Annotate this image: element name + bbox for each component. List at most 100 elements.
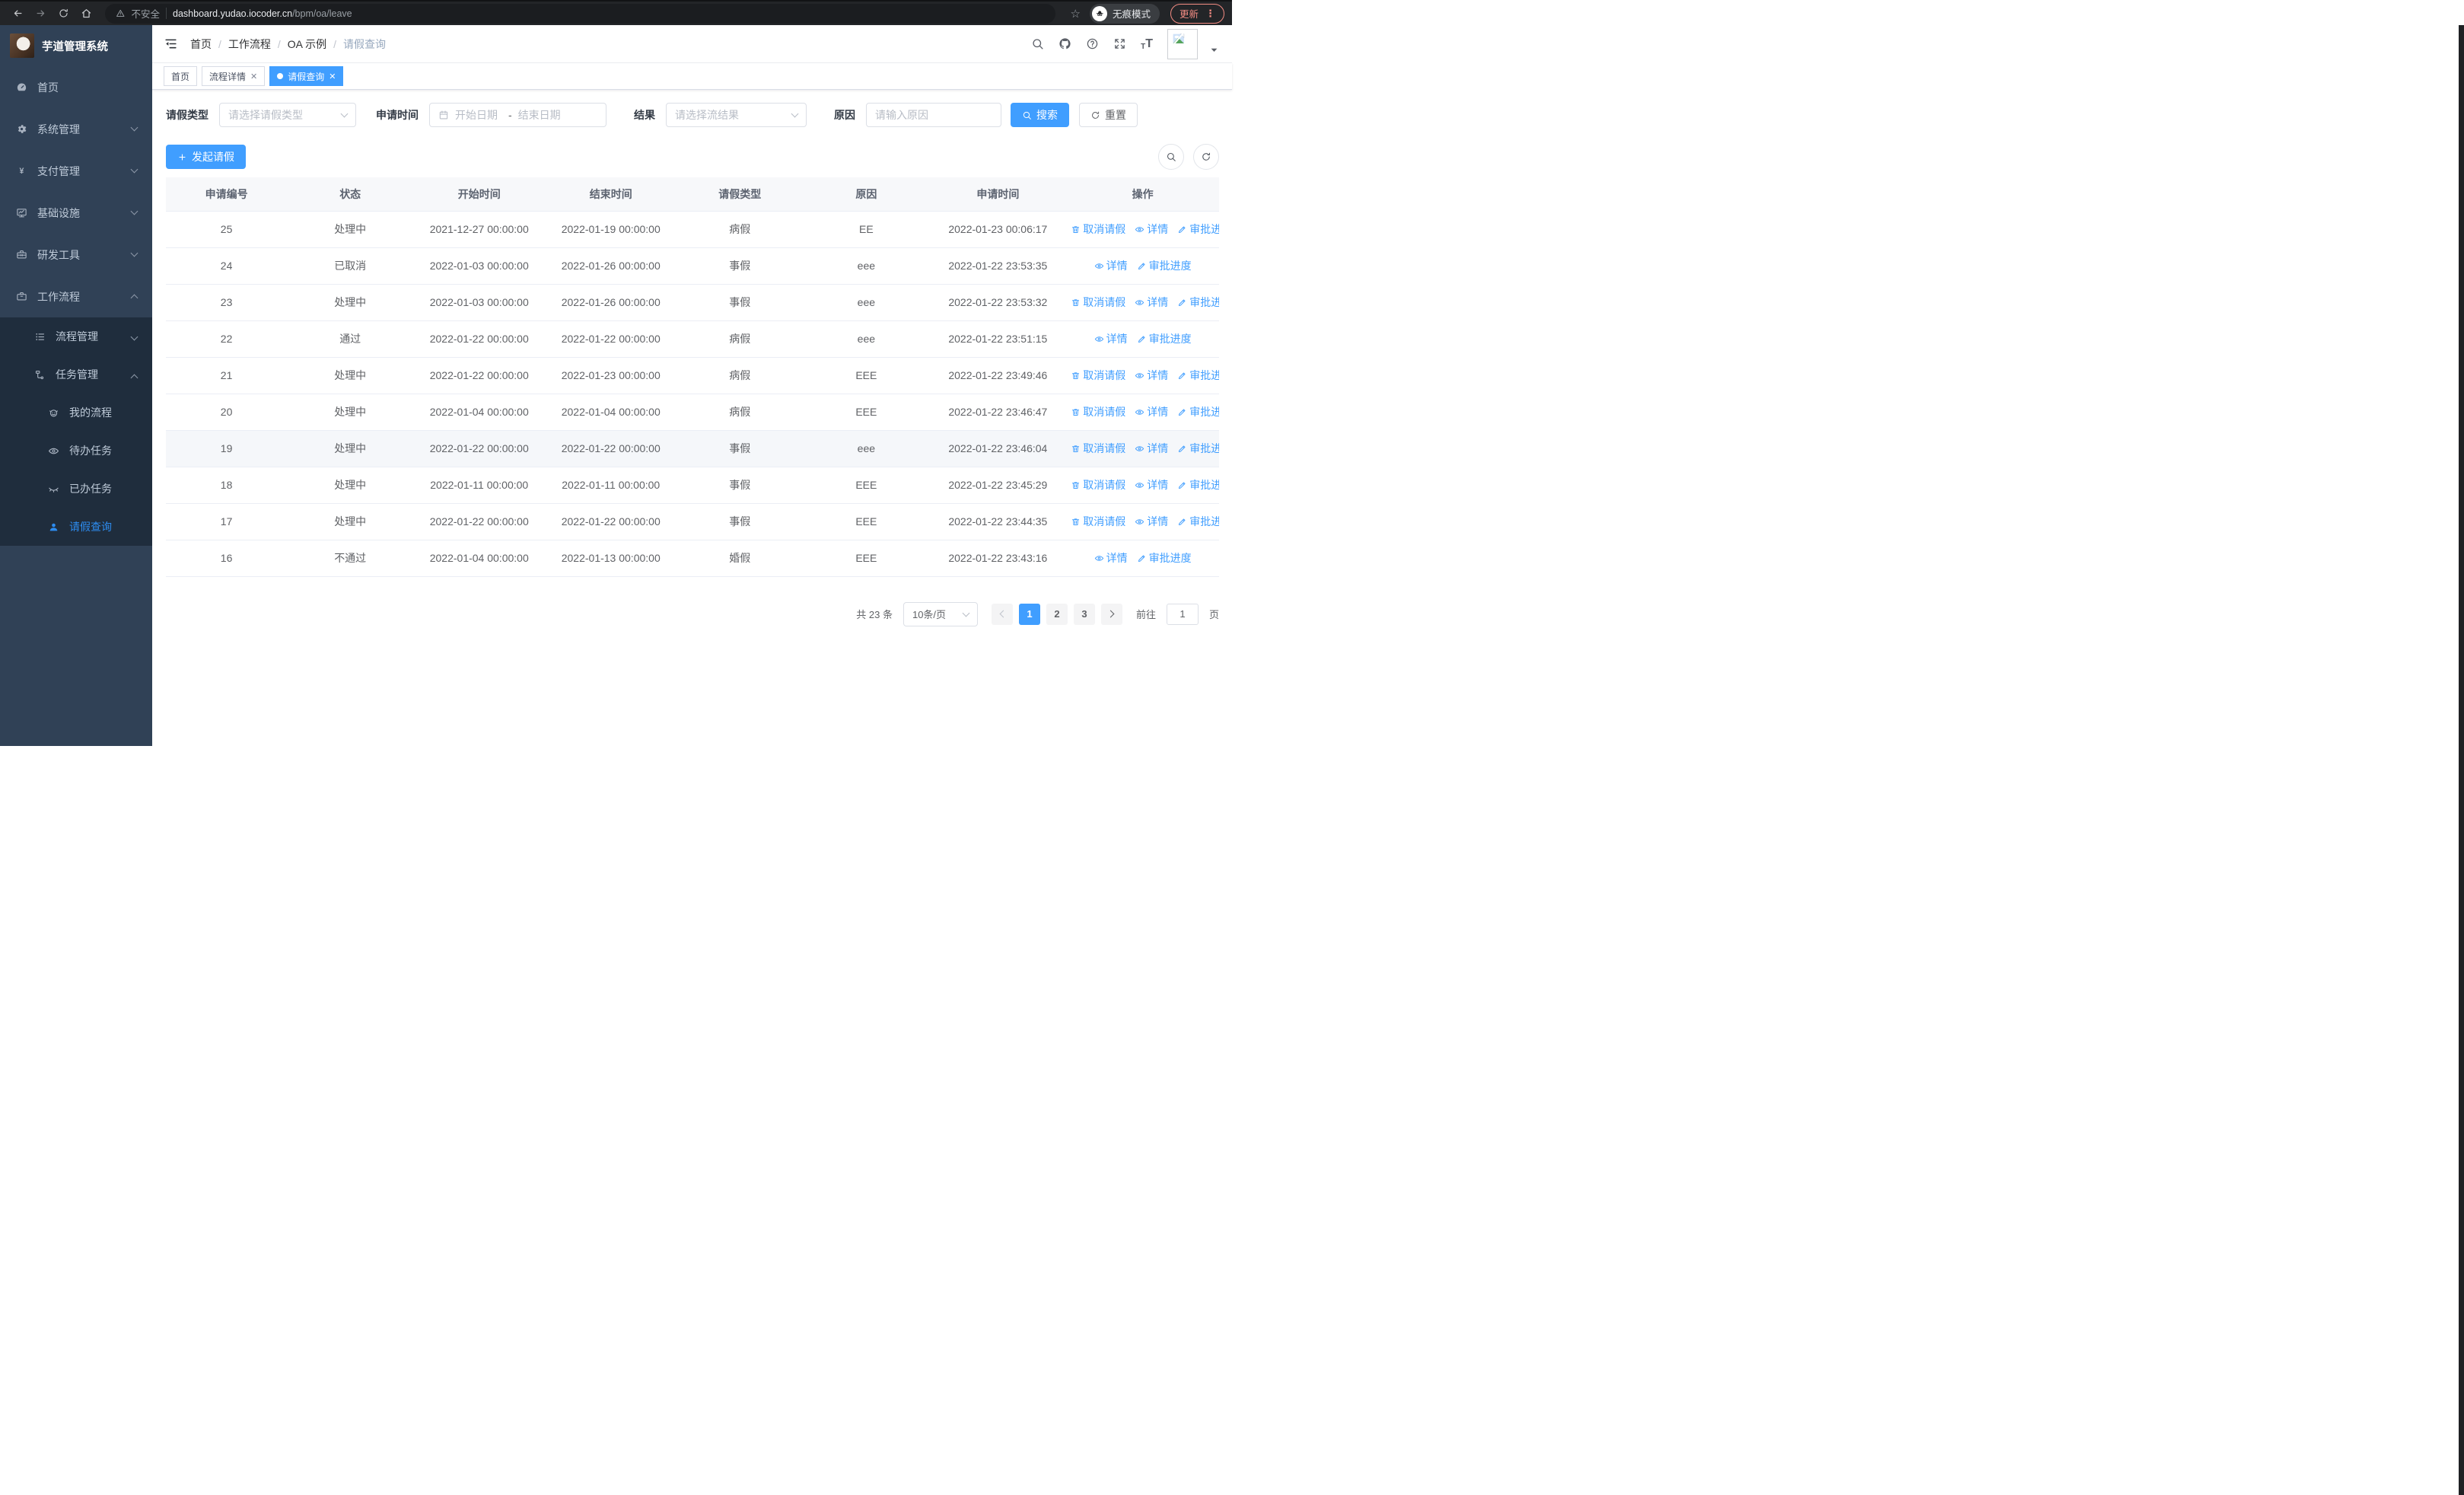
tab-process-detail[interactable]: 流程详情 ✕ xyxy=(202,66,266,86)
table-row[interactable]: 18 处理中 2022-01-11 00:00:00 2022-01-11 00:00… xyxy=(166,467,1219,504)
sidebar-item-system[interactable]: 系统管理 xyxy=(0,108,152,150)
breadcrumb-item[interactable]: 工作流程 xyxy=(228,37,271,52)
sidebar-logo-row[interactable]: 芋道管理系统 xyxy=(0,25,152,66)
close-icon[interactable]: ✕ xyxy=(250,72,257,81)
tab-home[interactable]: 首页 xyxy=(164,66,198,86)
sidebar-item-infrastructure[interactable]: 基础设施 xyxy=(0,192,152,234)
table-row[interactable]: 19 处理中 2022-01-22 00:00:00 2022-01-22 00:00… xyxy=(166,430,1219,467)
action-approval-progress[interactable]: 审批进度 xyxy=(1177,404,1219,419)
result-select[interactable]: 请选择流结果 xyxy=(666,103,807,127)
breadcrumb-item[interactable]: OA 示例 xyxy=(288,37,326,52)
font-size-icon[interactable]: TT xyxy=(1141,37,1153,51)
cell-status: 处理中 xyxy=(287,284,414,321)
action-detail[interactable]: 详情 xyxy=(1135,295,1168,310)
next-page-button[interactable] xyxy=(1100,603,1122,625)
caret-down-icon[interactable] xyxy=(1208,43,1221,59)
sidebar-item-task-mgmt[interactable]: 任务管理 xyxy=(0,355,152,394)
page-button-1[interactable]: 1 xyxy=(1018,603,1040,625)
action-approval-progress[interactable]: 审批进度 xyxy=(1177,368,1219,383)
action-detail[interactable]: 详情 xyxy=(1135,441,1168,456)
eye-icon xyxy=(1135,407,1144,417)
action-detail[interactable]: 详情 xyxy=(1094,331,1128,346)
action-detail[interactable]: 详情 xyxy=(1135,404,1168,419)
sidebar-item-payment[interactable]: ¥ 支付管理 xyxy=(0,150,152,192)
action-approval-progress[interactable]: 审批进度 xyxy=(1137,550,1192,566)
table-row[interactable]: 22 通过 2022-01-22 00:00:00 2022-01-22 00:00:… xyxy=(166,320,1219,358)
search-button[interactable]: 搜索 xyxy=(1011,103,1069,127)
github-icon[interactable] xyxy=(1059,37,1071,50)
sidebar-item-todo-tasks[interactable]: 待办任务 xyxy=(0,432,152,470)
action-cancel-leave[interactable]: 取消请假 xyxy=(1071,514,1125,529)
action-approval-progress[interactable]: 审批进度 xyxy=(1137,258,1192,273)
avatar[interactable] xyxy=(1167,28,1198,59)
address-bar[interactable]: 不安全 dashboard.yudao.iocoder.cn/bpm/oa/le… xyxy=(105,3,1055,24)
cell-status: 处理中 xyxy=(287,394,414,431)
sidebar-item-done-tasks[interactable]: 已办任务 xyxy=(0,470,152,508)
sidebar-item-process-mgmt[interactable]: 流程管理 xyxy=(0,317,152,355)
sidebar-item-dev-tools[interactable]: 研发工具 xyxy=(0,234,152,276)
action-detail[interactable]: 详情 xyxy=(1135,477,1168,492)
action-approval-progress[interactable]: 审批进度 xyxy=(1177,441,1219,456)
page-scrollbar[interactable] xyxy=(2459,25,2464,1495)
bookmark-star-icon[interactable]: ☆ xyxy=(1071,7,1081,21)
action-cancel-leave[interactable]: 取消请假 xyxy=(1071,295,1125,310)
action-detail[interactable]: 详情 xyxy=(1135,222,1168,237)
action-approval-progress[interactable]: 审批进度 xyxy=(1137,331,1192,346)
help-icon[interactable] xyxy=(1086,37,1099,50)
reason-input[interactable] xyxy=(875,109,992,121)
search-icon[interactable] xyxy=(1031,37,1044,50)
table-row[interactable]: 24 已取消 2022-01-03 00:00:00 2022-01-26 00:00… xyxy=(166,247,1219,285)
tabs-bar: 首页 流程详情 ✕ 请假查询 ✕ xyxy=(152,63,1232,90)
refresh-table-button[interactable] xyxy=(1193,144,1219,170)
page-button-3[interactable]: 3 xyxy=(1073,603,1095,625)
start-date-input[interactable] xyxy=(455,109,502,121)
action-detail[interactable]: 详情 xyxy=(1135,514,1168,529)
action-cancel-leave[interactable]: 取消请假 xyxy=(1071,477,1125,492)
goto-page-input[interactable] xyxy=(1166,603,1199,625)
column-header-end-time: 结束时间 xyxy=(545,177,677,212)
action-cancel-leave[interactable]: 取消请假 xyxy=(1071,368,1125,383)
apply-time-range-picker[interactable]: - xyxy=(429,103,606,127)
breadcrumb-item[interactable]: 首页 xyxy=(190,37,212,52)
end-date-input[interactable] xyxy=(517,109,565,121)
table-row[interactable]: 25 处理中 2021-12-27 00:00:00 2022-01-19 00:00… xyxy=(166,211,1219,248)
browser-update-button[interactable]: 更新 ⋮ xyxy=(1170,3,1224,24)
action-cancel-leave[interactable]: 取消请假 xyxy=(1071,222,1125,237)
table-row[interactable]: 16 不通过 2022-01-04 00:00:00 2022-01-13 00:00… xyxy=(166,540,1219,577)
action-approval-progress[interactable]: 审批进度 xyxy=(1177,477,1219,492)
browser-home-button[interactable] xyxy=(76,4,96,24)
table-row[interactable]: 21 处理中 2022-01-22 00:00:00 2022-01-23 00:00… xyxy=(166,357,1219,394)
prev-page-button[interactable] xyxy=(991,603,1013,625)
action-detail[interactable]: 详情 xyxy=(1094,550,1128,566)
toggle-search-button[interactable] xyxy=(1158,144,1184,170)
page-size-select[interactable]: 10条/页 xyxy=(903,601,978,626)
browser-menu-icon[interactable]: ⋮ xyxy=(1205,8,1215,20)
action-approval-progress[interactable]: 审批进度 xyxy=(1177,222,1219,237)
tab-leave-query[interactable]: 请假查询 ✕ xyxy=(269,66,344,86)
reset-button[interactable]: 重置 xyxy=(1079,103,1138,127)
sidebar-item-my-process[interactable]: 我的流程 xyxy=(0,394,152,432)
sidebar-item-leave-query[interactable]: 请假查询 xyxy=(0,508,152,546)
table-row[interactable]: 17 处理中 2022-01-22 00:00:00 2022-01-22 00:00… xyxy=(166,503,1219,540)
action-detail[interactable]: 详情 xyxy=(1135,368,1168,383)
action-cancel-leave[interactable]: 取消请假 xyxy=(1071,404,1125,419)
browser-reload-button[interactable] xyxy=(53,4,73,24)
sidebar-item-workflow[interactable]: 工作流程 xyxy=(0,276,152,317)
action-approval-progress[interactable]: 审批进度 xyxy=(1177,295,1219,310)
action-cancel-leave[interactable]: 取消请假 xyxy=(1071,441,1125,456)
page-button-2[interactable]: 2 xyxy=(1046,603,1068,625)
action-detail[interactable]: 详情 xyxy=(1094,258,1128,273)
sidebar-collapse-icon[interactable] xyxy=(164,37,178,51)
browser-forward-button[interactable] xyxy=(30,4,50,24)
table-row[interactable]: 20 处理中 2022-01-04 00:00:00 2022-01-04 00:00… xyxy=(166,394,1219,431)
table-row[interactable]: 23 处理中 2022-01-03 00:00:00 2022-01-26 00:00… xyxy=(166,284,1219,321)
browser-back-button[interactable] xyxy=(8,4,27,24)
action-approval-progress[interactable]: 审批进度 xyxy=(1177,514,1219,529)
close-icon[interactable]: ✕ xyxy=(329,72,336,81)
create-leave-button[interactable]: 发起请假 xyxy=(166,145,246,169)
fullscreen-icon[interactable] xyxy=(1113,37,1126,50)
leave-type-select[interactable]: 请选择请假类型 xyxy=(219,103,356,127)
sidebar-item-home[interactable]: 首页 xyxy=(0,66,152,108)
url-path: /bpm/oa/leave xyxy=(292,8,352,19)
cell-apply-id: 21 xyxy=(166,357,288,394)
